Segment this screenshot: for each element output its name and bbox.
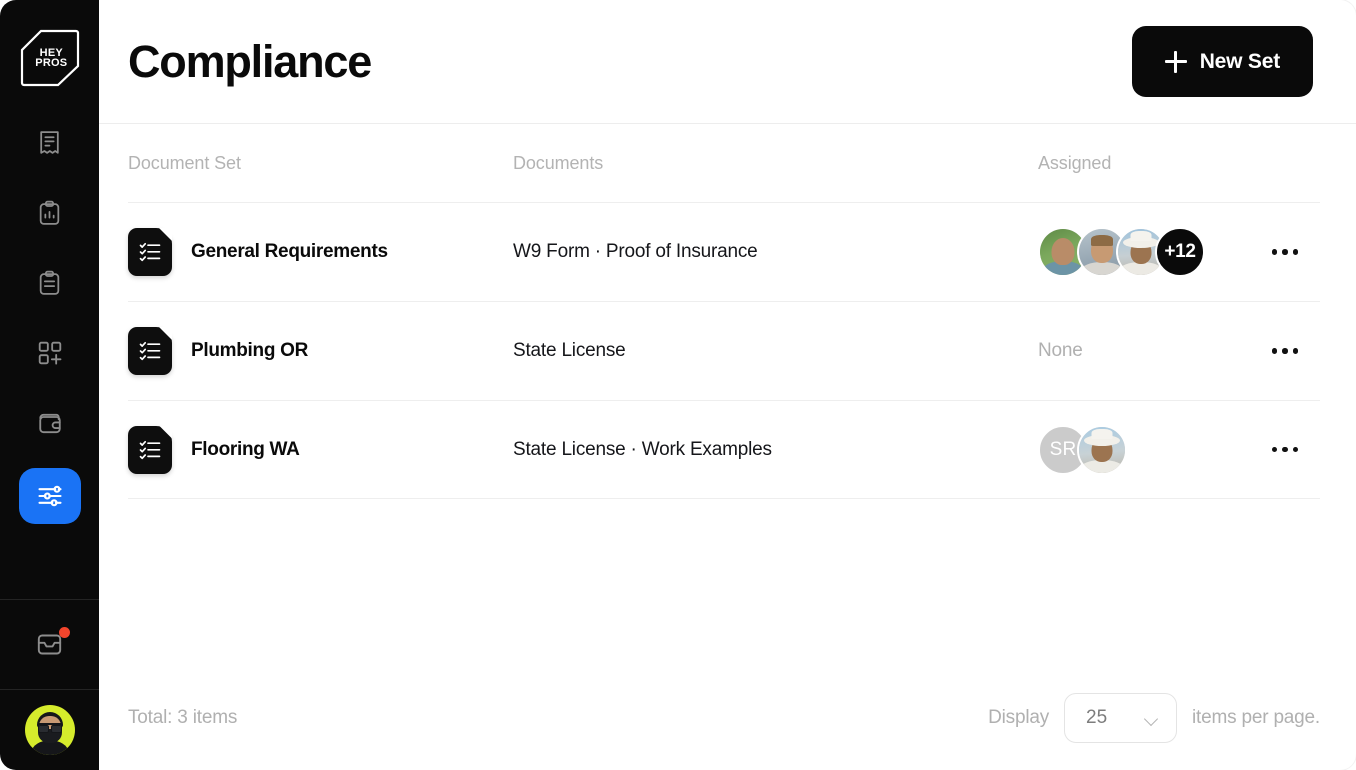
items-per-page-label: items per page. [1192,707,1320,728]
checklist-document-icon [128,425,172,474]
icon-folded-corner [159,425,172,439]
document-set-name: General Requirements [191,241,388,262]
avatar-glasses [37,723,62,733]
avatar-group[interactable]: +12 [1038,227,1250,277]
document-sets-table: Document Set Documents Assigned General … [92,124,1356,666]
icon-folded-corner [159,327,172,340]
display-label: Display [988,707,1050,728]
column-header-documents: Documents [513,152,604,173]
cell-documents: State License [513,340,1038,362]
cell-assigned: +12 [1038,227,1250,277]
cell-document-set: Flooring WA [128,425,513,474]
checklist-document-icon [128,228,172,276]
page-title: Compliance [128,35,372,87]
cell-actions [1250,234,1320,270]
document-name: Work Examples [641,438,772,460]
table-footer: Total: 3 items Display 25 items per page… [92,666,1356,770]
avatar[interactable] [24,705,75,755]
table-row[interactable]: Plumbing OR State License None [128,301,1320,400]
sliders-icon [37,485,62,507]
checklist-glyph-icon [139,341,161,361]
cell-actions [1250,432,1320,468]
document-name: Proof of Insurance [605,241,758,262]
more-horizontal-icon[interactable] [1263,333,1307,369]
cell-document-set: General Requirements [128,228,513,276]
table-row[interactable]: General Requirements W9 Form · Proof of In… [128,202,1320,301]
sidebar-item-compliance[interactable] [18,468,81,524]
receipt-icon [40,130,59,154]
chevron-down-icon [1145,714,1159,723]
more-horizontal-icon[interactable] [1263,234,1307,270]
logo-text: HEY PROS [35,47,68,69]
wallet-icon [38,413,61,433]
cell-assigned: SR [1038,424,1250,475]
cell-documents: W9 Form · Proof of Insurance [513,241,1038,263]
checklist-glyph-icon [139,440,161,459]
clipboard-list-icon [39,270,60,295]
cell-actions [1250,333,1320,369]
sidebar-item-reports[interactable] [19,188,81,238]
logo-shape: HEY PROS [20,29,80,87]
sidebar-item-invoices[interactable] [19,118,81,168]
document-name: State License [513,438,626,460]
pagination-controls: Display 25 items per page. [988,693,1320,743]
cell-documents: State License · Work Examples [513,439,1038,461]
assignee-avatar[interactable] [1077,424,1127,475]
sidebar-item-jobs[interactable] [19,258,81,308]
icon-folded-corner [159,228,172,241]
new-set-button-label: New Set [1199,49,1280,73]
sidebar-item-add-module[interactable] [19,328,81,378]
inbox-icon [37,634,62,655]
avatar-body [29,741,70,755]
page-header: Compliance New Set [92,0,1356,124]
checklist-document-icon [128,327,172,375]
assigned-none-label: None [1038,340,1083,361]
avatar-group[interactable]: SR [1038,424,1250,475]
new-set-button[interactable]: New Set [1131,26,1313,97]
column-header-document-set: Document Set [128,152,241,173]
sidebar-bottom [0,599,99,770]
checklist-glyph-icon [139,242,161,262]
table-header-row: Document Set Documents Assigned [128,124,1320,202]
column-header-assigned: Assigned [1038,152,1112,173]
sidebar-item-inbox[interactable] [19,620,81,670]
sidebar-item-payments[interactable] [19,398,81,448]
avatar-photo [1079,426,1125,473]
document-set-name: Plumbing OR [191,340,309,361]
sidebar-nav [18,118,81,524]
notification-badge [58,626,70,638]
app-window: HEY PROS Compliance New Set Document Set… [0,0,1356,770]
grid-plus-icon [38,341,61,365]
cell-document-set: Plumbing OR [128,327,513,375]
sidebar: HEY PROS [0,0,99,770]
content-card: Compliance New Set Document Set Document… [92,0,1356,770]
more-horizontal-icon[interactable] [1263,432,1307,468]
plus-icon [1164,50,1187,73]
document-name: W9 Form [513,241,590,262]
clipboard-chart-icon [39,200,60,225]
documents-separator: · [630,438,637,460]
page-size-value: 25 [1086,707,1108,728]
documents-separator: · [594,241,601,262]
sidebar-inbox-zone [0,599,99,690]
cell-assigned: None [1038,340,1250,362]
assignee-overflow-count[interactable]: +12 [1155,227,1205,277]
total-items-label: Total: 3 items [128,707,238,728]
document-name: State License [513,340,626,361]
page-size-select[interactable]: 25 [1064,693,1178,743]
table-row[interactable]: Flooring WA State License · Work Examples … [128,400,1320,499]
table-empty-space [128,499,1320,666]
document-set-name: Flooring WA [191,438,300,460]
app-logo[interactable]: HEY PROS [19,27,81,89]
sidebar-profile-zone [0,690,99,770]
